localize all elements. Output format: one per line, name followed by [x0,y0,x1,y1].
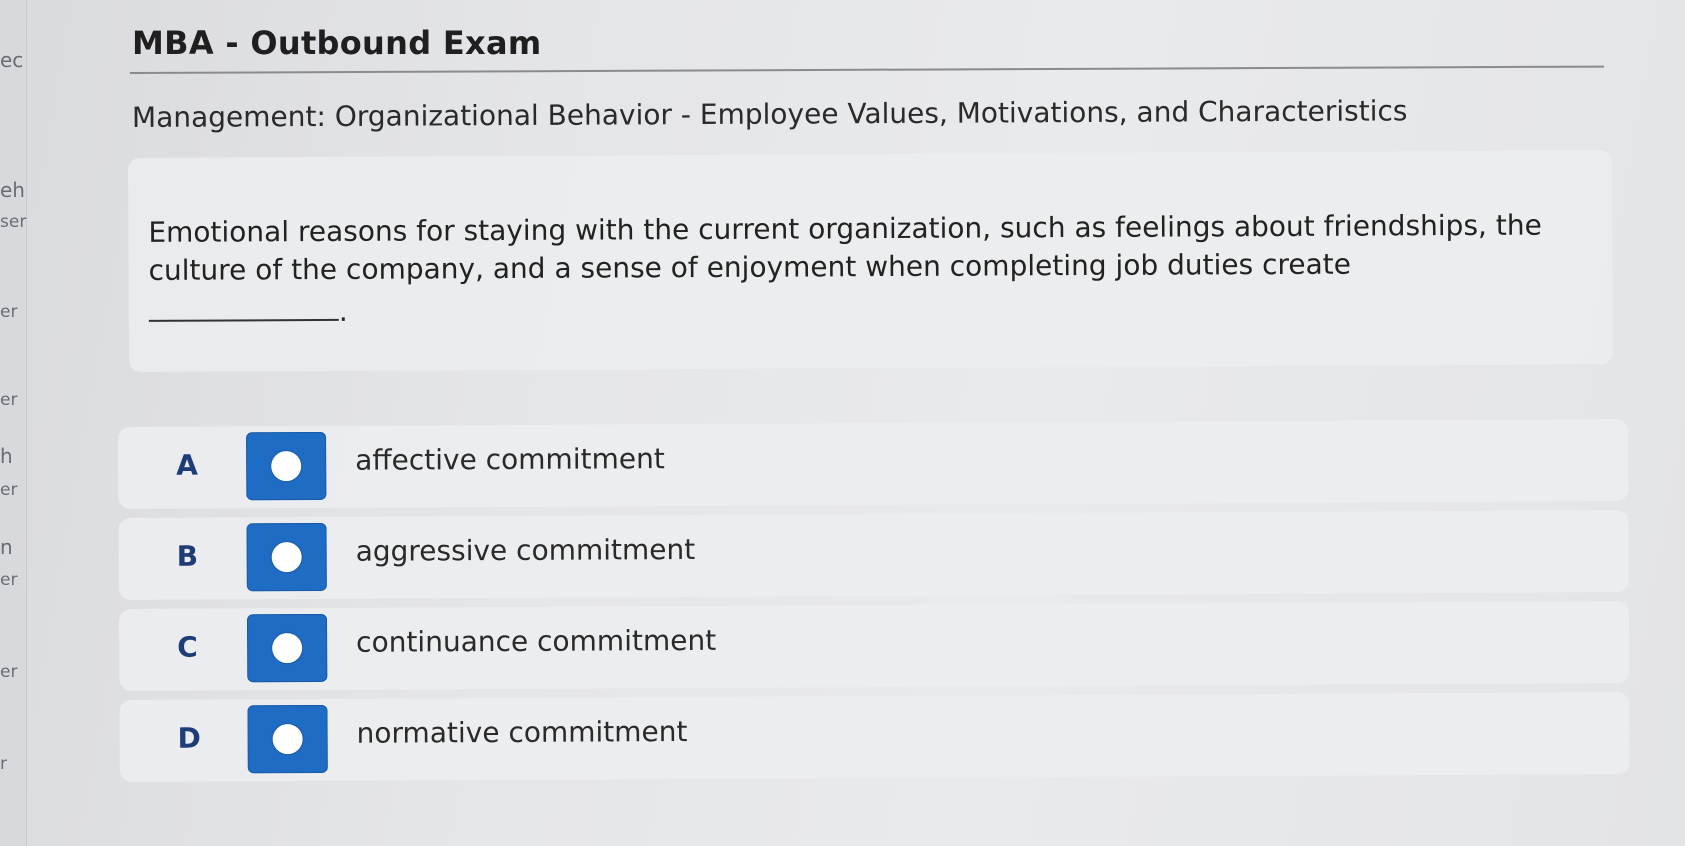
subject-heading: Management: Organizational Behavior - Em… [131,94,1408,134]
option-label[interactable]: aggressive commitment [356,533,696,568]
radio-button[interactable] [246,431,327,501]
option-label[interactable]: continuance commitment [356,624,716,659]
blank-suffix: . [338,294,348,328]
sidebar-fragment: ec [0,48,24,72]
answer-options: A affective commitment B aggressive comm… [118,419,1630,791]
sidebar-fragment: er [0,570,18,590]
question-prompt: Emotional reasons for staying with the c… [148,206,1589,332]
radio-circle-icon [272,724,303,755]
option-c[interactable]: C continuance commitment [118,601,1630,691]
option-letter: D [177,721,201,755]
sidebar-fragment: er [0,302,18,322]
exam-title: MBA - Outbound Exam [132,24,542,62]
option-letter: A [176,448,198,482]
question-card: Emotional reasons for staying with the c… [128,150,1614,372]
option-a[interactable]: A affective commitment [118,419,1629,509]
radio-button[interactable] [246,522,327,592]
sidebar-fragment: h [0,444,13,468]
answer-blank [148,288,339,322]
option-d[interactable]: D normative commitment [119,692,1630,782]
option-label[interactable]: affective commitment [355,442,665,477]
sidebar-fragment: n [0,535,13,559]
sidebar-fragment: eh [0,178,25,202]
radio-circle-icon [272,633,303,664]
option-letter: C [177,630,198,664]
option-letter: B [176,539,199,573]
radio-button[interactable] [246,613,328,683]
title-divider [129,65,1604,74]
sidebar-fragment: er [0,390,18,410]
option-label[interactable]: normative commitment [357,715,688,750]
sidebar-fragment: r [0,754,7,774]
sidebar-fragment: ser [0,212,27,232]
sidebar-fragment: er [0,480,18,500]
question-text: Emotional reasons for staying with the c… [148,208,1542,287]
sidebar-fragment: er [0,662,18,682]
left-sidebar-edge: ec eh ser er er h er n er er r [0,0,27,846]
radio-circle-icon [271,542,302,573]
option-b[interactable]: B aggressive commitment [118,510,1629,600]
radio-circle-icon [271,451,302,482]
radio-button[interactable] [247,704,328,774]
